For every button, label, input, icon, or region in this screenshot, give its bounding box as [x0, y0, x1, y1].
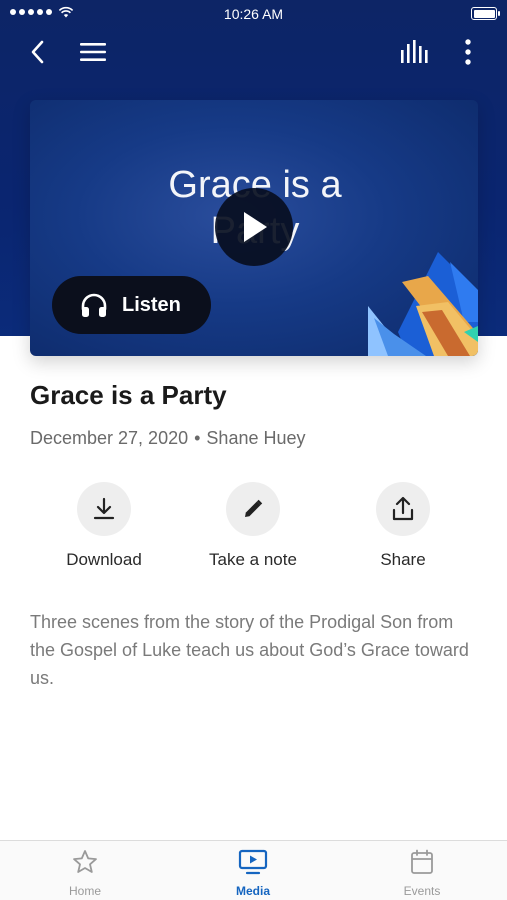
- sermon-actions: Download Take a note Share: [0, 482, 507, 582]
- calendar-icon: [411, 849, 433, 874]
- chevron-left-icon: [31, 40, 44, 64]
- share-button[interactable]: Share: [338, 482, 468, 570]
- play-icon: [244, 212, 267, 242]
- sermon-description: Three scenes from the story of the Prodi…: [30, 612, 469, 688]
- tab-events-label: Events: [403, 884, 441, 898]
- pencil-icon: [245, 499, 263, 517]
- download-icon: [93, 497, 115, 520]
- star-icon: [73, 850, 97, 873]
- tab-home-label: Home: [68, 884, 101, 898]
- download-circle: [77, 482, 131, 536]
- battery-icon: [471, 7, 500, 20]
- share-label: Share: [380, 550, 426, 569]
- sermon-artwork: Grace is a Party Listen: [30, 100, 478, 356]
- take-note-circle: [226, 482, 280, 536]
- more-options-button[interactable]: [450, 34, 486, 70]
- take-note-label: Take a note: [209, 550, 297, 569]
- audio-bars-button[interactable]: [397, 34, 433, 70]
- download-label: Download: [66, 550, 142, 569]
- more-vertical-icon: [465, 39, 471, 65]
- listen-button[interactable]: Listen: [52, 276, 211, 334]
- back-button[interactable]: [20, 34, 56, 70]
- sermon-title: Grace is a Party: [30, 380, 227, 410]
- tab-events[interactable]: Events: [362, 849, 482, 898]
- listen-label: Listen: [122, 293, 181, 316]
- play-button[interactable]: [215, 188, 293, 266]
- headphones-icon: [81, 293, 107, 317]
- menu-button[interactable]: [75, 34, 111, 70]
- sermon-date: December 27, 2020: [30, 428, 189, 448]
- media-icon: [238, 849, 268, 875]
- status-bar: 10:26 AM: [0, 0, 507, 28]
- download-button[interactable]: Download: [39, 482, 169, 570]
- audio-bars-icon: [401, 40, 428, 63]
- sermon-meta: December 27, 2020 • Shane Huey: [30, 428, 306, 449]
- share-circle: [376, 482, 430, 536]
- take-note-button[interactable]: Take a note: [188, 482, 318, 570]
- sermon-speaker: Shane Huey: [206, 428, 306, 448]
- hamburger-menu-icon: [80, 43, 106, 61]
- artwork-geometric-graphic: [368, 252, 478, 356]
- meta-separator: •: [194, 428, 201, 448]
- tab-media[interactable]: Media: [193, 849, 313, 898]
- tab-media-label: Media: [235, 884, 270, 898]
- status-time: 10:26 AM: [223, 6, 284, 22]
- bottom-tab-bar: Home Media Events: [0, 840, 507, 900]
- tab-home[interactable]: Home: [25, 849, 145, 898]
- share-icon: [392, 496, 414, 521]
